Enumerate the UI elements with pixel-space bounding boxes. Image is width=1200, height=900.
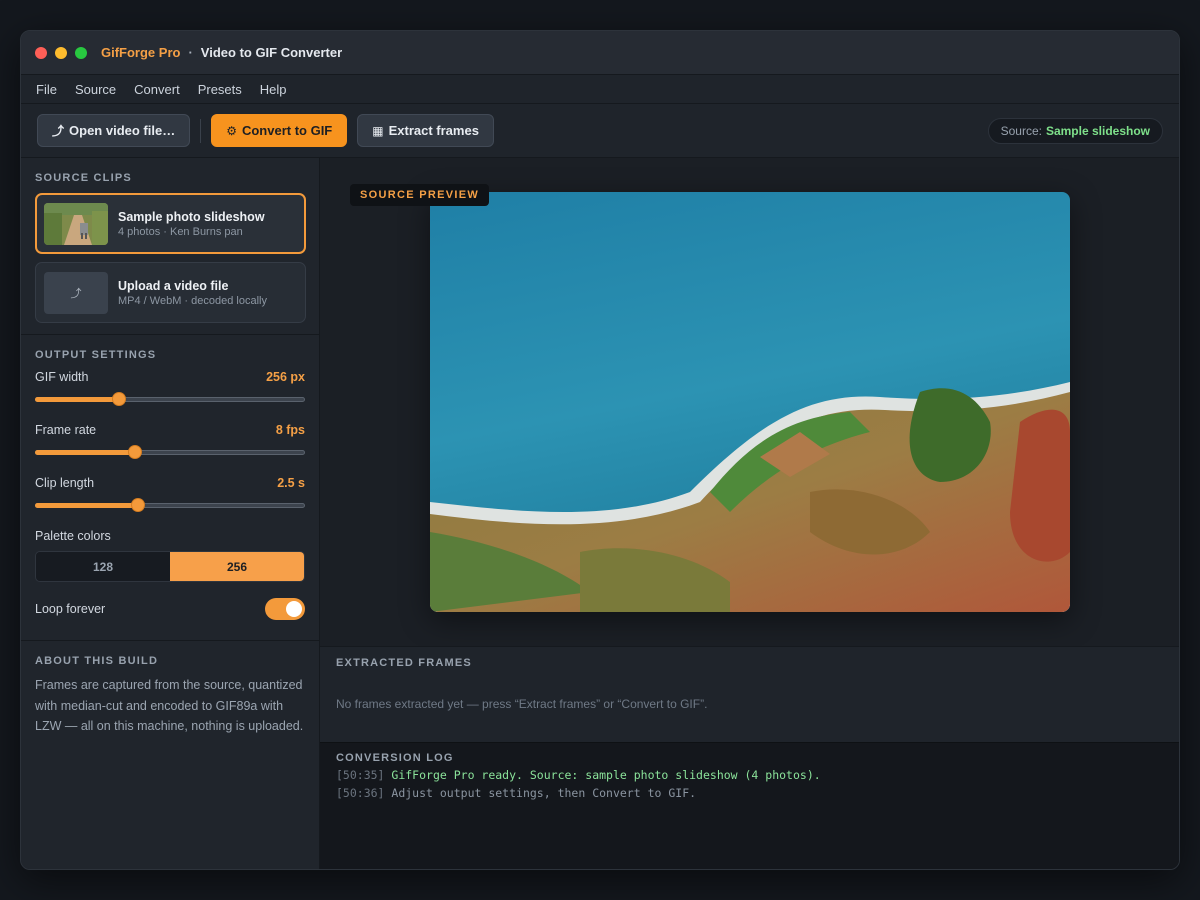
coastline-photo [430,192,1070,612]
conversion-log-panel: CONVERSION LOG [50:35] GifForge Pro read… [320,742,1179,869]
source-preview-image [430,192,1070,612]
source-indicator: Source: Sample slideshow [987,118,1163,144]
log-message: Adjust output settings, then Convert to … [391,786,697,800]
menu-source[interactable]: Source [66,82,125,97]
title-bar: GifForge Pro · Video to GIF Converter [21,31,1179,75]
clip-title: Upload a video file [118,278,229,293]
menu-bar: File Source Convert Presets Help [21,75,1179,104]
preview-label: SOURCE PREVIEW [350,184,490,206]
output-settings-title: OUTPUT SETTINGS [35,349,157,361]
toolbar-divider [200,118,202,143]
slider-handle[interactable] [130,498,145,512]
loop-setting: Loop forever [35,598,305,620]
clip-length-setting: Clip length 2.5 s [35,476,305,512]
gif-width-value: 256 px [266,370,305,384]
menu-help[interactable]: Help [251,82,296,97]
about-text: Frames are captured from the source, qua… [35,678,304,733]
log-line: [50:35] GifForge Pro ready. Source: samp… [336,768,1163,782]
menu-presets[interactable]: Presets [189,82,251,97]
conversion-log-title: CONVERSION LOG [336,752,454,764]
extracted-frames-panel: EXTRACTED FRAMES No frames extracted yet… [320,646,1179,742]
log-timestamp: [50:36] [336,786,385,800]
maximize-window-button[interactable] [75,46,87,59]
source-value: Sample slideshow [1045,124,1150,138]
menu-convert[interactable]: Convert [125,82,189,97]
source-clips-title: SOURCE CLIPS [35,172,132,184]
frame-rate-value: 8 fps [275,423,305,437]
extract-label: Extract frames [388,123,479,138]
gif-width-setting: GIF width 256 px [35,370,305,406]
source-prefix: Source: [1000,124,1042,138]
frame-rate-setting: Frame rate 8 fps [35,423,305,459]
title-separator: · [188,45,193,60]
grid-icon: ▦ [372,123,384,138]
sidebar-divider [21,334,319,335]
menu-file[interactable]: File [27,82,66,97]
clip-length-label: Clip length [35,476,95,490]
convert-to-gif-button[interactable]: ⚙ Convert to GIF [211,114,348,147]
log-timestamp: [50:35] [336,768,385,782]
slider-handle[interactable] [111,392,126,406]
gif-width-slider[interactable] [35,392,305,406]
convert-label: Convert to GIF [241,123,333,138]
upload-icon: ⤴ [52,124,65,138]
palette-segmented-control: 128 256 [35,551,305,582]
clip-subtitle: 4 photos · Ken Burns pan [118,225,243,238]
minimize-window-button[interactable] [55,46,67,59]
clip-length-slider[interactable] [35,498,305,512]
gif-width-label: GIF width [35,370,89,384]
about-title: ABOUT THIS BUILD [35,655,159,667]
content-area: SOURCE CLIPS Sample photo slideshow 4 ph… [21,158,1179,869]
close-window-button[interactable] [35,46,47,59]
clip-length-value: 2.5 s [277,476,305,490]
app-name: GifForge Pro [101,45,181,60]
trail-photo-thumbnail [44,202,108,245]
slider-handle[interactable] [127,445,142,459]
frames-empty-message: No frames extracted yet — press “Extract… [336,697,708,711]
toolbar: ⤴ Open video file… ⚙ Convert to GIF ▦ Ex… [21,104,1179,158]
clip-upload-video[interactable]: ⤴ Upload a video file MP4 / WebM · decod… [35,262,306,323]
upload-icon: ⤴ [44,271,108,314]
extract-frames-button[interactable]: ▦ Extract frames [357,114,494,147]
window-title: Video to GIF Converter [200,45,343,60]
clip-thumbnail [44,202,108,245]
loop-label: Loop forever [35,602,106,616]
open-video-button[interactable]: ⤴ Open video file… [37,114,191,147]
open-video-label: Open video file… [69,123,176,138]
log-message: GifForge Pro ready. Source: sample photo… [391,768,821,782]
palette-setting: Palette colors 128 256 [35,529,305,582]
loop-toggle[interactable] [265,598,305,620]
palette-label: Palette colors [35,529,111,543]
frame-rate-label: Frame rate [35,423,97,437]
extracted-frames-title: EXTRACTED FRAMES [336,657,472,669]
preview-area: SOURCE PREVIEW [320,158,1179,646]
clip-subtitle: MP4 / WebM · decoded locally [118,294,267,307]
clip-sample-slideshow[interactable]: Sample photo slideshow 4 photos · Ken Bu… [35,193,306,254]
log-line: [50:36] Adjust output settings, then Con… [336,786,1163,800]
gear-icon: ⚙ [226,123,237,138]
app-window: GifForge Pro · Video to GIF Converter Fi… [20,30,1180,870]
sidebar-divider [21,640,319,641]
frame-rate-slider[interactable] [35,445,305,459]
main-panel: SOURCE PREVIEW EXTRACTED FRAMES No frame… [320,158,1179,869]
palette-option-256[interactable]: 256 [170,552,304,581]
clip-title: Sample photo slideshow [118,209,265,224]
palette-option-128[interactable]: 128 [36,552,170,581]
sidebar: SOURCE CLIPS Sample photo slideshow 4 ph… [21,158,320,869]
